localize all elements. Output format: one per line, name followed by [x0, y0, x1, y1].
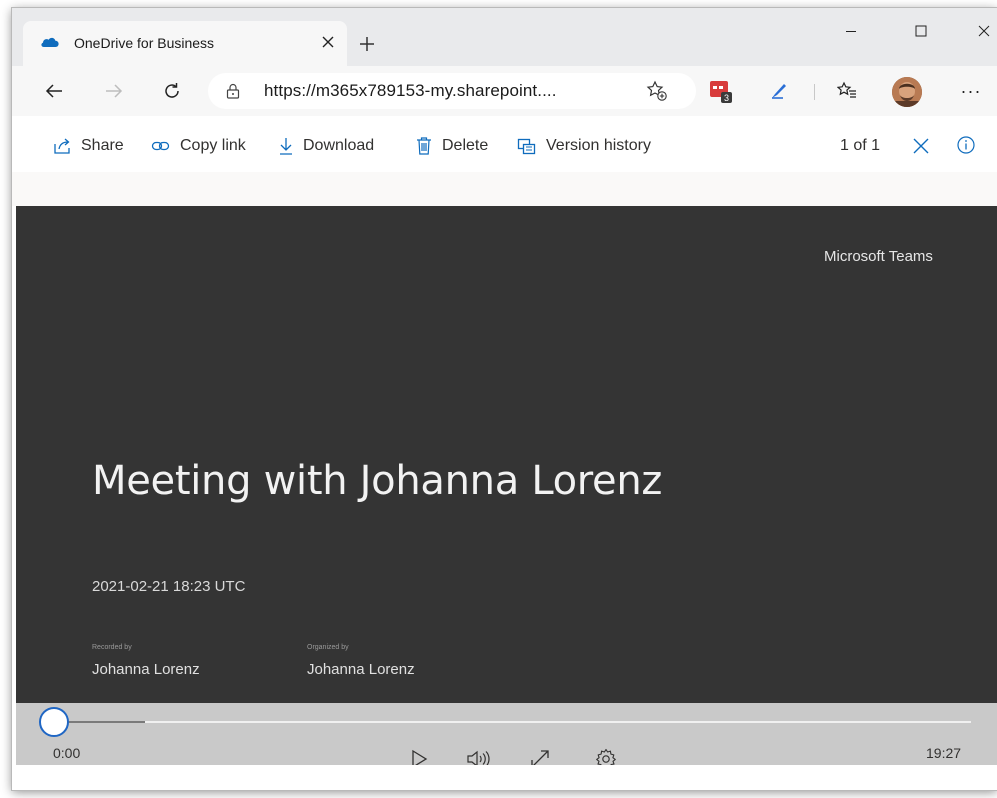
address-row: https://m365x789153-my.sharepoint.... 3 — [12, 66, 997, 116]
window-close-button[interactable] — [962, 16, 997, 46]
new-tab-button[interactable] — [352, 31, 382, 57]
minimize-button[interactable] — [829, 16, 873, 46]
add-favorite-icon[interactable] — [646, 80, 668, 102]
more-options-button[interactable]: ··· — [956, 76, 986, 106]
pen-extension-icon[interactable] — [764, 76, 794, 106]
link-icon — [151, 141, 170, 151]
profile-avatar[interactable] — [892, 77, 922, 107]
forward-button[interactable] — [99, 76, 129, 106]
viewer-top-gap — [12, 172, 997, 206]
tab-onedrive[interactable]: OneDrive for Business — [23, 21, 347, 66]
download-label: Download — [303, 137, 375, 154]
player-controls: 0:00 19:27 — [16, 703, 997, 770]
command-bar: Share Copy link Download Delete Version … — [12, 126, 997, 166]
recorded-by-name: Johanna Lorenz — [92, 661, 200, 678]
recorded-by-label: Recorded by — [92, 644, 132, 651]
version-history-label: Version history — [546, 137, 651, 154]
organized-by-label: Organized by — [307, 644, 349, 651]
address-bar[interactable]: https://m365x789153-my.sharepoint.... — [208, 73, 696, 109]
tab-title: OneDrive for Business — [74, 35, 215, 51]
toolbar-divider — [814, 84, 815, 100]
share-icon — [54, 138, 70, 154]
close-icon — [913, 138, 929, 154]
back-button[interactable] — [39, 76, 69, 106]
version-history-icon — [517, 138, 536, 155]
share-label: Share — [81, 137, 124, 154]
tab-close-button[interactable] — [316, 30, 340, 54]
tab-strip: OneDrive for Business — [12, 8, 997, 66]
video-frame[interactable]: Microsoft Teams Meeting with Johanna Lor… — [16, 206, 997, 703]
current-time: 0:00 — [53, 745, 81, 761]
seek-handle[interactable] — [39, 707, 69, 737]
download-button[interactable]: Download — [278, 134, 374, 158]
teams-brand-label: Microsoft Teams — [824, 248, 933, 265]
copy-link-label: Copy link — [180, 137, 246, 154]
extension-badge-count: 3 — [724, 93, 729, 103]
delete-button[interactable]: Delete — [415, 134, 488, 158]
seek-bar[interactable] — [53, 721, 971, 723]
extension-red-icon[interactable]: 3 — [706, 76, 736, 106]
trash-icon — [417, 137, 431, 155]
info-button[interactable] — [956, 135, 976, 155]
url-text[interactable]: https://m365x789153-my.sharepoint.... — [264, 81, 557, 101]
viewer-bottom-area — [12, 765, 997, 790]
maximize-button[interactable] — [899, 16, 943, 46]
copy-link-button[interactable]: Copy link — [151, 134, 246, 158]
close-viewer-button[interactable] — [910, 135, 932, 157]
info-icon — [957, 136, 975, 154]
item-count: 1 of 1 — [840, 137, 881, 154]
onedrive-cloud-icon — [40, 34, 60, 50]
version-history-button[interactable]: Version history — [517, 134, 651, 158]
delete-label: Delete — [442, 137, 489, 154]
browser-window: OneDrive for Business https://m365x78915… — [12, 8, 997, 790]
meeting-title: Meeting with Johanna Lorenz — [92, 458, 663, 504]
refresh-button[interactable] — [157, 76, 187, 106]
duration: 19:27 — [926, 745, 962, 761]
organized-by-name: Johanna Lorenz — [307, 661, 415, 678]
lock-icon[interactable] — [226, 83, 240, 99]
meeting-date: 2021-02-21 18:23 UTC — [92, 578, 246, 595]
share-button[interactable]: Share — [52, 134, 124, 158]
download-icon — [280, 138, 292, 155]
favorites-icon[interactable] — [832, 76, 862, 106]
